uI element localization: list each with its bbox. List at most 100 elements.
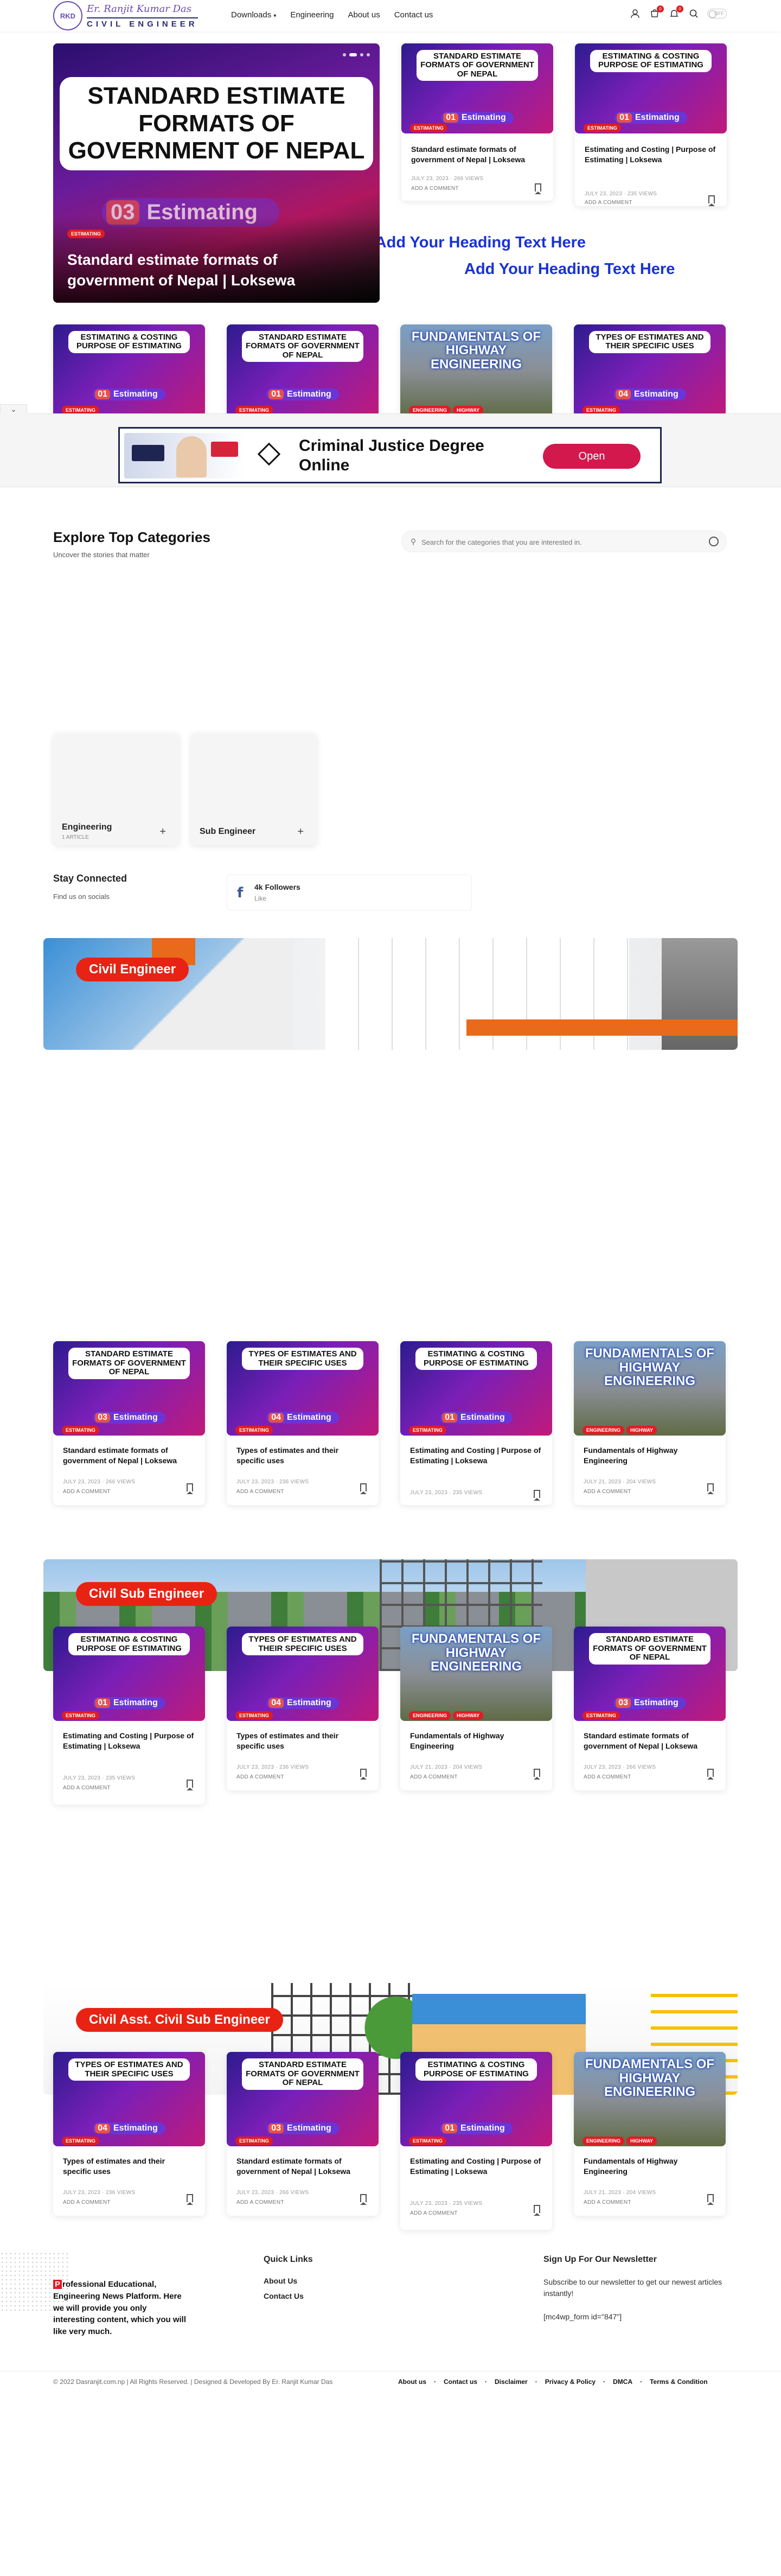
post-thumbnail[interactable]: STANDARD ESTIMATE FORMATS OF GOVERNMENT …: [574, 1627, 726, 1721]
add-comment-link[interactable]: ADD A COMMENT: [584, 1774, 631, 1780]
post-card[interactable]: ESTIMATING & COSTING PURPOSE OF ESTIMATI…: [575, 43, 727, 206]
bookmark-icon[interactable]: [534, 2205, 540, 2216]
hero-tag[interactable]: ESTIMATING: [67, 229, 105, 238]
post-title[interactable]: Types of estimates and their specific us…: [63, 2156, 195, 2177]
bookmark-icon[interactable]: [534, 1769, 540, 1780]
bookmark-icon[interactable]: [535, 183, 541, 194]
post-tag[interactable]: ESTIMATING: [582, 1711, 620, 1720]
search-icon[interactable]: [688, 8, 700, 20]
footer-link[interactable]: About us: [398, 2378, 426, 2386]
nav-about[interactable]: About us: [348, 10, 380, 20]
post-tag[interactable]: ESTIMATING: [409, 2137, 446, 2145]
post-card[interactable]: ESTIMATING & COSTING PURPOSE OF ESTIMATI…: [53, 1627, 205, 1805]
post-title[interactable]: Fundamentals of Highway Engineering: [584, 1445, 716, 1466]
add-comment-link[interactable]: ADD A COMMENT: [63, 1489, 111, 1495]
post-tag[interactable]: HIGHWAY: [626, 1426, 657, 1434]
post-tag[interactable]: ESTIMATING: [62, 1711, 99, 1720]
post-thumbnail[interactable]: FUNDAMENTALS OF HIGHWAY ENGINEERING: [574, 1341, 726, 1436]
post-title[interactable]: Estimating and Costing | Purpose of Esti…: [410, 1445, 542, 1466]
post-title[interactable]: Fundamentals of Highway Engineering: [410, 1731, 542, 1751]
post-thumbnail[interactable]: ESTIMATING & COSTING PURPOSE OF ESTIMATI…: [53, 1627, 205, 1721]
post-tag[interactable]: ESTIMATING: [235, 1426, 273, 1434]
dark-mode-toggle[interactable]: OFF: [707, 9, 727, 18]
cart-icon[interactable]: 0: [649, 5, 664, 20]
footer-link-contact[interactable]: Contact Us: [264, 2292, 304, 2300]
bookmark-icon[interactable]: [187, 1780, 193, 1790]
post-card[interactable]: FUNDAMENTALS OF HIGHWAY ENGINEERING ENGI…: [400, 324, 552, 417]
post-tag[interactable]: HIGHWAY: [626, 2137, 657, 2145]
bookmark-icon[interactable]: [708, 195, 715, 206]
post-title[interactable]: Estimating and Costing | Purpose of Esti…: [63, 1731, 195, 1751]
plus-icon[interactable]: +: [159, 826, 166, 838]
post-tag[interactable]: ESTIMATING: [235, 1711, 273, 1720]
category-name[interactable]: Sub Engineer: [200, 827, 255, 837]
add-comment-link[interactable]: ADD A COMMENT: [410, 1774, 458, 1780]
post-title[interactable]: Fundamentals of Highway Engineering: [584, 2156, 716, 2177]
bookmark-icon[interactable]: [360, 1769, 367, 1780]
bookmark-icon[interactable]: [360, 2194, 367, 2205]
post-card[interactable]: STANDARD ESTIMATE FORMATS OF GOVERNMENT …: [227, 2052, 379, 2216]
post-title[interactable]: Standard estimate formats of government …: [584, 1731, 716, 1751]
post-tag[interactable]: ENGINEERING: [582, 2137, 625, 2145]
add-comment-link[interactable]: ADD A COMMENT: [236, 2199, 284, 2205]
post-thumbnail[interactable]: ESTIMATING & COSTING PURPOSE OF ESTIMATI…: [400, 2052, 552, 2146]
hero-slider[interactable]: STANDARD ESTIMATE FORMATS OF GOVERNMENT …: [53, 43, 380, 303]
footer-link[interactable]: Disclaimer: [495, 2378, 528, 2386]
banner-label[interactable]: Civil Engineer: [76, 958, 189, 981]
post-card[interactable]: TYPES OF ESTIMATES AND THEIR SPECIFIC US…: [227, 1627, 379, 1790]
hero-title[interactable]: Standard estimate formats of government …: [67, 250, 358, 291]
category-card-engineering[interactable]: Engineering 1 ARTICLE +: [53, 734, 179, 845]
post-tag[interactable]: ENGINEERING: [409, 1711, 451, 1720]
footer-link[interactable]: DMCA: [613, 2378, 632, 2386]
search-go-icon[interactable]: [709, 537, 719, 546]
post-thumbnail[interactable]: ESTIMATING & COSTING PURPOSE OF ESTIMATI…: [400, 1341, 552, 1436]
post-title[interactable]: Standard estimate formats of government …: [411, 144, 543, 165]
post-title[interactable]: Estimating and Costing | Purpose of Esti…: [410, 2156, 542, 2177]
bookmark-icon[interactable]: [360, 1483, 367, 1494]
post-thumbnail[interactable]: FUNDAMENTALS OF HIGHWAY ENGINEERING: [400, 1627, 552, 1721]
category-search-input[interactable]: [421, 536, 703, 548]
post-thumbnail[interactable]: STANDARD ESTIMATE FORMATS OF GOVERNMENT …: [401, 43, 553, 133]
post-title[interactable]: Standard estimate formats of government …: [236, 2156, 369, 2177]
post-tag[interactable]: ESTIMATING: [62, 1426, 99, 1434]
bookmark-icon[interactable]: [707, 2194, 714, 2205]
post-tag[interactable]: ENGINEERING: [582, 1426, 625, 1434]
post-card[interactable]: TYPES OF ESTIMATES AND THEIR SPECIFIC US…: [53, 2052, 205, 2216]
bookmark-icon[interactable]: [707, 1483, 714, 1494]
bookmark-icon[interactable]: [187, 1483, 193, 1494]
post-thumbnail[interactable]: TYPES OF ESTIMATES AND THEIR SPECIFIC US…: [574, 324, 726, 417]
add-comment-link[interactable]: ADD A COMMENT: [411, 186, 459, 192]
post-thumbnail[interactable]: TYPES OF ESTIMATES AND THEIR SPECIFIC US…: [227, 1627, 379, 1721]
footer-link[interactable]: Privacy & Policy: [545, 2378, 596, 2386]
facebook-follow[interactable]: f 4k Followers Like: [227, 875, 472, 910]
post-card[interactable]: FUNDAMENTALS OF HIGHWAY ENGINEERING ENGI…: [574, 1341, 726, 1505]
add-comment-link[interactable]: ADD A COMMENT: [236, 1489, 284, 1495]
ad-banner[interactable]: Criminal Justice Degree Online Open: [118, 427, 662, 483]
post-title[interactable]: Standard estimate formats of government …: [63, 1445, 195, 1466]
post-thumbnail[interactable]: ESTIMATING & COSTING PURPOSE OF ESTIMATI…: [575, 43, 727, 133]
post-thumbnail[interactable]: STANDARD ESTIMATE FORMATS OF GOVERNMENT …: [227, 2052, 379, 2146]
plus-icon[interactable]: +: [297, 826, 304, 838]
slider-dot[interactable]: [349, 53, 357, 56]
add-comment-link[interactable]: ADD A COMMENT: [584, 2199, 631, 2205]
banner-label[interactable]: Civil Asst. Civil Sub Engineer: [76, 2008, 283, 2032]
post-card[interactable]: ESTIMATING & COSTING PURPOSE OF ESTIMATI…: [53, 324, 205, 417]
post-thumbnail[interactable]: ESTIMATING & COSTING PURPOSE OF ESTIMATI…: [53, 324, 205, 417]
post-card[interactable]: TYPES OF ESTIMATES AND THEIR SPECIFIC US…: [227, 1341, 379, 1505]
bookmark-icon[interactable]: [534, 1490, 540, 1501]
category-card-sub-engineer[interactable]: Sub Engineer +: [191, 734, 317, 845]
add-comment-link[interactable]: ADD A COMMENT: [236, 1774, 284, 1780]
add-comment-link[interactable]: ADD A COMMENT: [584, 1489, 631, 1495]
bookmark-icon[interactable]: [707, 1769, 714, 1780]
post-title[interactable]: Types of estimates and their specific us…: [236, 1731, 369, 1751]
slider-dot[interactable]: [343, 53, 346, 56]
ad-open-button[interactable]: Open: [543, 444, 641, 469]
post-card[interactable]: STANDARD ESTIMATE FORMATS OF GOVERNMENT …: [401, 43, 553, 201]
post-tag[interactable]: ESTIMATING: [410, 124, 447, 132]
bookmark-icon[interactable]: [187, 2194, 193, 2205]
slider-dot[interactable]: [367, 53, 370, 56]
footer-link[interactable]: Terms & Condition: [650, 2378, 707, 2386]
nav-engineering[interactable]: Engineering: [290, 10, 334, 20]
civil-engineer-banner[interactable]: Civil Engineer: [43, 938, 738, 1050]
ad-collapse-tab[interactable]: ⌄: [0, 404, 27, 414]
